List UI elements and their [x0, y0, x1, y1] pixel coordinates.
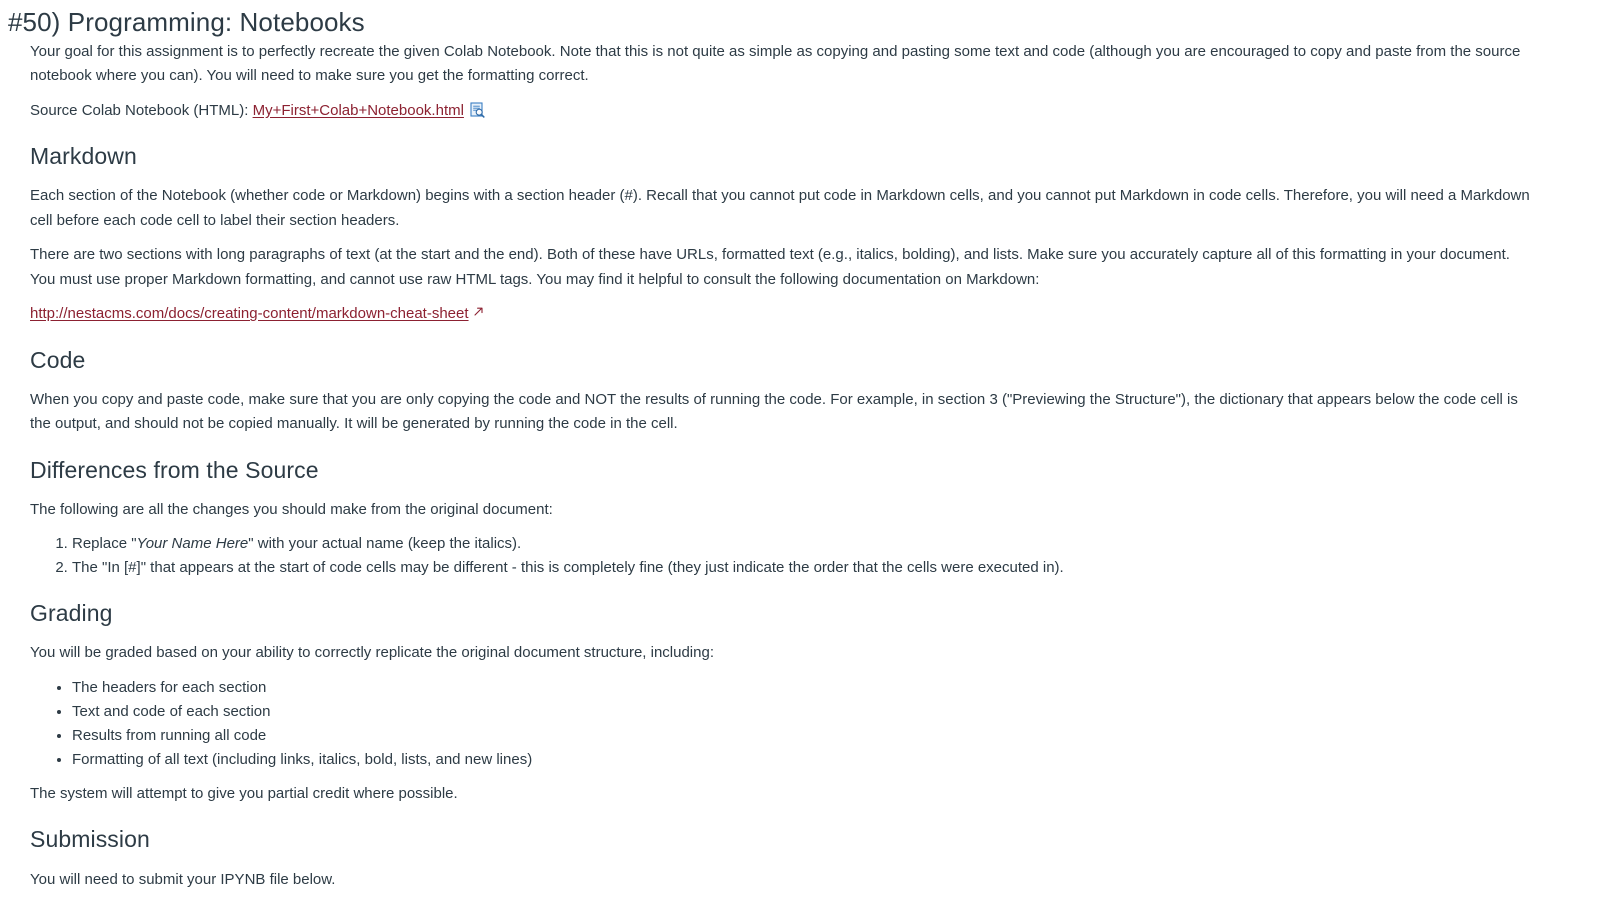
- grading-closing: The system will attempt to give you part…: [30, 784, 458, 802]
- differences-intro: The following are all the changes you sh…: [30, 500, 553, 518]
- difference-item-1-before: Replace ": [72, 535, 137, 553]
- submission-paragraph: You will need to submit your IPYNB file …: [30, 870, 336, 888]
- markdown-cheatsheet-line: http://nestacms.com/docs/creating-conten…: [30, 302, 1535, 327]
- difference-item-2-text: The "In [#]" that appears at the start o…: [72, 559, 1064, 577]
- intro-paragraph: Your goal for this assignment is to perf…: [30, 42, 1521, 85]
- document-preview-icon[interactable]: [470, 102, 485, 118]
- heading-submission: Submission: [30, 826, 150, 853]
- grading-intro: You will be graded based on your ability…: [30, 644, 714, 662]
- list-item: Replace "Your Name Here" with your actua…: [72, 532, 1574, 556]
- grading-list: The headers for each section Text and co…: [30, 676, 1574, 772]
- list-item: Text and code of each section: [72, 700, 1574, 724]
- markdown-paragraph-1: Each section of the Notebook (whether co…: [30, 187, 1530, 229]
- heading-differences: Differences from the Source: [30, 456, 319, 483]
- list-item: Formatting of all text (including links,…: [72, 748, 1574, 772]
- markdown-cheatsheet-link[interactable]: http://nestacms.com/docs/creating-conten…: [30, 305, 469, 322]
- list-item: The "In [#]" that appears at the start o…: [72, 556, 1574, 580]
- difference-item-1-italic: Your Name Here: [136, 535, 249, 553]
- source-notebook-label: Source Colab Notebook (HTML):: [30, 101, 253, 119]
- heading-code: Code: [30, 346, 86, 373]
- assignment-body: Your goal for this assignment is to perf…: [0, 40, 1602, 892]
- code-paragraph: When you copy and paste code, make sure …: [30, 390, 1518, 433]
- differences-list: Replace "Your Name Here" with your actua…: [30, 532, 1574, 580]
- external-link-icon: [473, 306, 484, 317]
- assignment-page: #50) Programming: Notebooks Your goal fo…: [0, 0, 1602, 913]
- page-title: #50) Programming: Notebooks: [8, 7, 365, 37]
- markdown-paragraph-2: There are two sections with long paragra…: [30, 246, 1510, 288]
- difference-item-1-after: " with your actual name (keep the italic…: [248, 535, 522, 553]
- source-notebook-link[interactable]: My+First+Colab+Notebook.html: [253, 102, 464, 119]
- list-item: The headers for each section: [72, 676, 1574, 700]
- heading-markdown: Markdown: [30, 143, 137, 170]
- heading-grading: Grading: [30, 600, 113, 627]
- source-notebook-line: Source Colab Notebook (HTML): My+First+C…: [30, 99, 1535, 124]
- list-item: Results from running all code: [72, 724, 1574, 748]
